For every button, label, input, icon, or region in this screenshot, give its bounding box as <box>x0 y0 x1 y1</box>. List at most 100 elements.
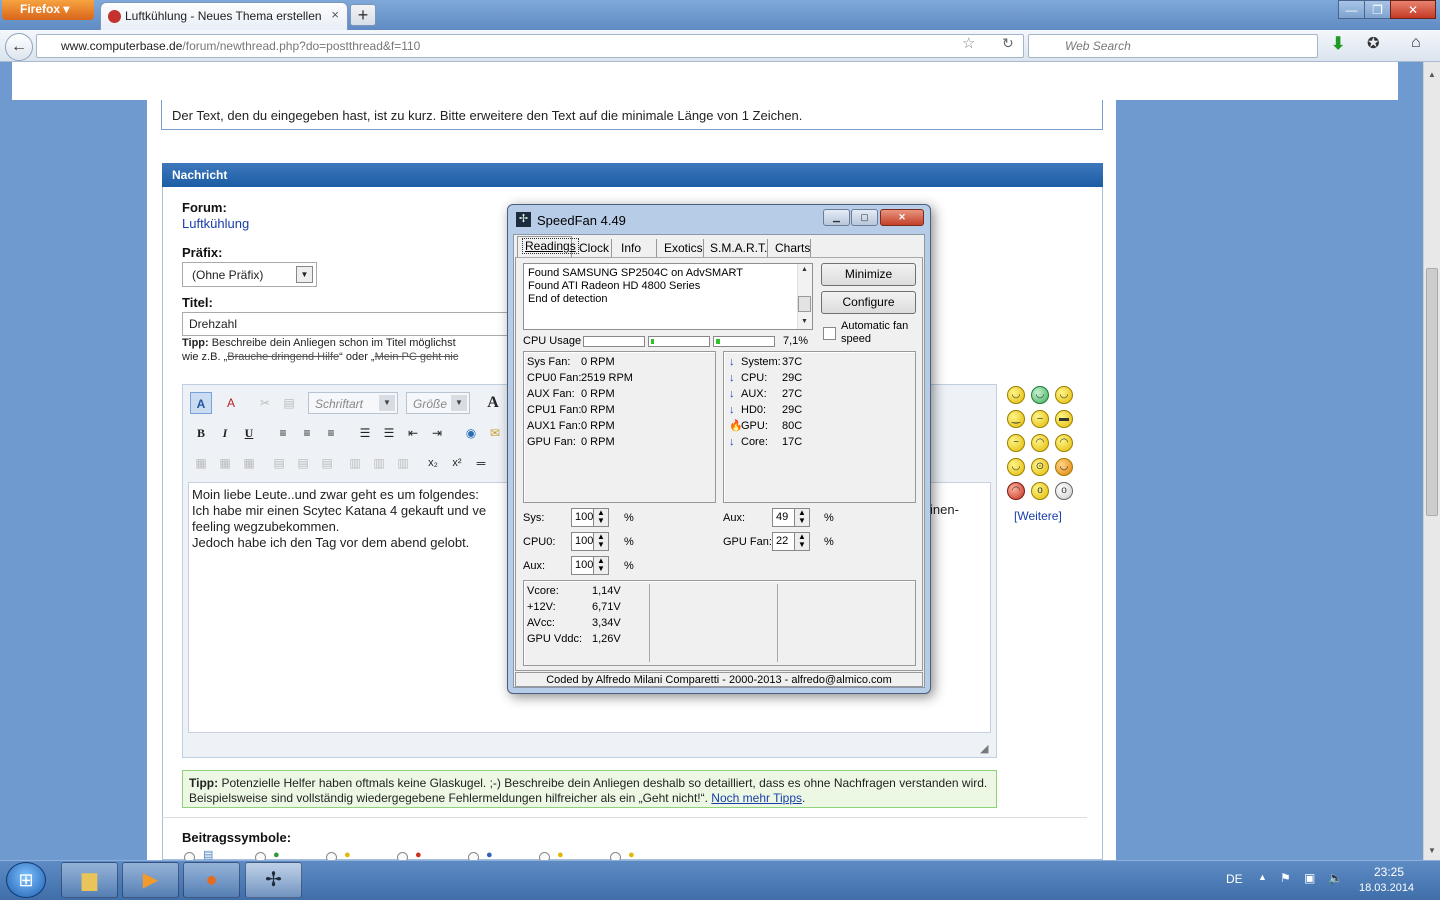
email-icon[interactable]: ✉ <box>484 422 506 444</box>
column-right-icon[interactable]: ▥ <box>368 452 390 474</box>
clock-time[interactable]: 23:25 <box>1374 865 1404 879</box>
tab-readings[interactable]: Readings <box>517 236 579 257</box>
outdent-icon[interactable]: ⇤ <box>402 422 424 444</box>
wysiwyg-toggle-icon[interactable]: A <box>190 392 212 414</box>
align-left-icon[interactable]: ≡ <box>272 422 294 444</box>
font-color-icon[interactable]: A <box>482 392 504 414</box>
automatic-fan-checkbox[interactable] <box>823 327 836 340</box>
underline-icon[interactable]: U <box>238 422 260 444</box>
resize-handle-icon[interactable]: ◢ <box>980 742 988 755</box>
more-smilies-link[interactable]: [Weitere] <box>1014 509 1062 523</box>
smile-icon[interactable]: ◡ <box>1007 386 1025 404</box>
window-minimize-button[interactable]: — <box>1338 0 1365 19</box>
tab-smart[interactable]: S.M.A.R.T. <box>706 239 768 257</box>
speedfan-taskbar-icon[interactable]: ✢ <box>245 862 302 898</box>
scroll-up-icon[interactable]: ▲ <box>1426 70 1438 79</box>
remove-format-icon[interactable]: A <box>220 392 242 414</box>
tab-charts[interactable]: Charts <box>771 239 811 257</box>
tab-clock[interactable]: Clock <box>575 239 612 257</box>
unordered-list-icon[interactable]: ☰ <box>378 422 400 444</box>
cool-icon[interactable]: ▬ <box>1055 410 1073 428</box>
tab-close-icon[interactable]: × <box>331 7 339 22</box>
spinner-arrows-icon[interactable]: ▲ ▼ <box>593 533 608 550</box>
row-below-icon[interactable]: ▤ <box>292 452 314 474</box>
link-icon[interactable]: ◉ <box>460 422 482 444</box>
firefox-menu-button[interactable]: Firefox ▾ <box>2 0 94 20</box>
title-input[interactable]: Drehzahl <box>182 312 508 336</box>
back-button[interactable]: ← <box>5 33 33 61</box>
spinner-arrows-icon[interactable]: ▲ ▼ <box>794 509 809 526</box>
scroll-up-icon[interactable]: ▲ <box>801 266 808 273</box>
speed-spinner[interactable]: 100 ▲ ▼ <box>571 532 609 551</box>
font-family-select[interactable]: ▼ Schriftart <box>308 392 398 414</box>
window-maximize-button[interactable]: ❐ <box>1364 0 1391 19</box>
happy-icon[interactable]: ◡ <box>1055 386 1073 404</box>
speedfan-maximize-button[interactable]: ▢ <box>851 209 878 226</box>
align-right-icon[interactable]: ≡ <box>320 422 342 444</box>
minimize-button[interactable]: Minimize <box>821 263 916 286</box>
speed-spinner[interactable]: 100 ▲ ▼ <box>571 556 609 575</box>
confused-icon[interactable]: ~ <box>1007 434 1025 452</box>
home-icon[interactable]: ⌂ <box>1411 34 1421 52</box>
clock-date[interactable]: 18.03.2014 <box>1359 882 1414 894</box>
bookmark-star-icon[interactable]: ☆ <box>962 34 975 52</box>
download-icon[interactable]: ⬇ <box>1331 34 1345 54</box>
start-button[interactable]: ⊞ <box>6 862 46 898</box>
speedfan-minimize-button[interactable]: ▁ <box>823 209 850 226</box>
indent-icon[interactable]: ⇥ <box>426 422 448 444</box>
superscript-icon[interactable]: x² <box>446 452 468 474</box>
firefox-taskbar-icon[interactable]: ● <box>183 862 240 898</box>
horizontal-rule-icon[interactable]: ═ <box>470 452 492 474</box>
reload-icon[interactable]: ↻ <box>1002 35 1014 52</box>
eek-icon[interactable]: o <box>1055 482 1073 500</box>
font-size-select[interactable]: ▼ Größe <box>406 392 470 414</box>
window-close-button[interactable]: ✕ <box>1390 0 1436 19</box>
forum-link[interactable]: Luftkühlung <box>182 216 249 231</box>
paste-icon[interactable]: ▤ <box>278 392 300 414</box>
volume-icon[interactable]: 🔈 <box>1328 871 1343 885</box>
devil-icon[interactable]: ◡ <box>1055 458 1073 476</box>
surprised-icon[interactable]: o <box>1031 482 1049 500</box>
language-indicator[interactable]: DE <box>1226 872 1243 886</box>
grin-icon[interactable]: ◡ <box>1031 386 1049 404</box>
show-hidden-icons-icon[interactable]: ▲ <box>1258 872 1267 882</box>
url-bar[interactable]: www.computerbase.de/forum/newthread.php?… <box>36 34 1024 58</box>
laugh-icon[interactable]: ◡ <box>1007 458 1025 476</box>
table-delete-icon[interactable]: ▦ <box>238 452 260 474</box>
align-center-icon[interactable]: ≡ <box>296 422 318 444</box>
speed-spinner[interactable]: 100 ▲ ▼ <box>571 508 609 527</box>
table-icon[interactable]: ▦ <box>190 452 212 474</box>
scroll-down-icon[interactable]: ▼ <box>1426 846 1438 855</box>
row-above-icon[interactable]: ▤ <box>268 452 290 474</box>
configure-button[interactable]: Configure <box>821 291 916 314</box>
angry-icon[interactable]: ◠ <box>1007 482 1025 500</box>
media-player-taskbar-icon[interactable]: ▶ <box>122 862 179 898</box>
network-icon[interactable]: ▣ <box>1304 871 1315 885</box>
new-tab-button[interactable]: + <box>350 4 376 26</box>
prefix-select[interactable]: (Ohne Präfix) ▼ <box>182 262 317 287</box>
speed-spinner[interactable]: 49 ▲ ▼ <box>772 508 810 527</box>
column-delete-icon[interactable]: ▥ <box>392 452 414 474</box>
log-scrollbar-thumb[interactable] <box>798 296 811 312</box>
detection-log[interactable]: Found SAMSUNG SP2504C on AdvSMART Found … <box>523 263 813 330</box>
explorer-taskbar-icon[interactable]: ▆ <box>61 862 118 898</box>
speed-spinner[interactable]: 22 ▲ ▼ <box>772 532 810 551</box>
browser-tab[interactable]: Luftkühlung - Neues Thema erstellen × <box>100 2 348 30</box>
more-tips-link[interactable]: Noch mehr Tipps <box>711 791 802 805</box>
bold-icon[interactable]: B <box>190 422 212 444</box>
ordered-list-icon[interactable]: ☰ <box>354 422 376 444</box>
search-input[interactable]: Web Search <box>1028 34 1318 58</box>
flag-icon[interactable]: ⚑ <box>1280 871 1291 885</box>
wink-icon[interactable]: ‿ <box>1007 410 1025 428</box>
tab-exotics[interactable]: Exotics <box>660 239 704 257</box>
spinner-arrows-icon[interactable]: ▲ ▼ <box>794 533 809 550</box>
nerd-icon[interactable]: ⊙ <box>1031 458 1049 476</box>
rolleyes-icon[interactable]: ◠ <box>1031 434 1049 452</box>
row-delete-icon[interactable]: ▤ <box>316 452 338 474</box>
sad-icon[interactable]: ◠ <box>1055 434 1073 452</box>
bookmarks-icon[interactable]: ✪ <box>1367 34 1380 52</box>
table-insert-icon[interactable]: ▦ <box>214 452 236 474</box>
neutral-icon[interactable]: – <box>1031 410 1049 428</box>
cut-icon[interactable]: ✂ <box>254 392 276 414</box>
italic-icon[interactable]: I <box>214 422 236 444</box>
